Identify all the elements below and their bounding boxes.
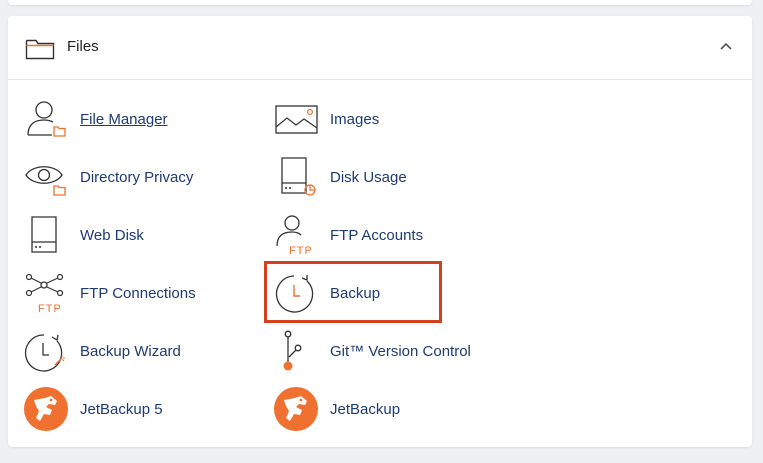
backup-icon: [275, 275, 314, 313]
tool-jetbackup-5[interactable]: JetBackup 5: [24, 387, 254, 431]
tool-label: File Manager: [80, 111, 168, 128]
tool-ftp-accounts[interactable]: FTP FTP Accounts: [274, 213, 504, 257]
file-manager-icon: [27, 101, 66, 137]
ftp-text: FTP: [38, 303, 62, 315]
tool-label: Backup Wizard: [80, 343, 181, 360]
tool-label: Images: [330, 111, 380, 128]
tool-jetbackup[interactable]: JetBackup: [274, 387, 504, 431]
files-panel: Files File Manager Images Directory Priv…: [8, 16, 752, 447]
tool-disk-usage[interactable]: Disk Usage: [274, 155, 504, 199]
previous-panel: [8, 0, 752, 5]
ftp-text: FTP: [289, 245, 313, 257]
tool-backup[interactable]: Backup: [274, 271, 504, 315]
tool-images[interactable]: Images: [274, 97, 504, 141]
tool-label: FTP Accounts: [330, 227, 424, 244]
folder-icon: [25, 39, 55, 60]
tool-label: JetBackup 5: [80, 401, 163, 418]
tool-file-manager[interactable]: File Manager: [24, 97, 254, 141]
files-panel-header[interactable]: Files: [8, 16, 752, 80]
ftp-accounts-icon: FTP: [276, 215, 313, 257]
tool-label: JetBackup: [330, 401, 401, 418]
images-icon: [275, 105, 318, 134]
web-disk-icon: [31, 216, 57, 253]
section-title: Files: [67, 38, 99, 55]
directory-privacy-icon: [25, 166, 66, 196]
tool-git-version-control[interactable]: Git™ Version Control: [274, 329, 504, 373]
backup-wizard-icon: [24, 334, 65, 372]
tool-label: Backup: [330, 285, 381, 302]
tool-label: Git™ Version Control: [330, 343, 471, 360]
jetbackup-icon: [274, 387, 318, 431]
chevron-up-icon[interactable]: [719, 41, 733, 51]
tool-label: Directory Privacy: [80, 169, 194, 186]
jetbackup-icon: [24, 387, 68, 431]
tool-ftp-connections[interactable]: FTP FTP Connections: [24, 271, 254, 315]
tool-web-disk[interactable]: Web Disk: [24, 213, 254, 257]
tool-directory-privacy[interactable]: Directory Privacy: [24, 155, 254, 199]
disk-usage-icon: [281, 157, 316, 196]
tool-label: Web Disk: [80, 227, 144, 244]
tool-label: FTP Connections: [80, 285, 196, 302]
tool-label: Disk Usage: [330, 169, 407, 186]
files-tool-grid: File Manager Images Directory Privacy Di…: [8, 80, 752, 447]
ftp-connections-icon: FTP: [25, 273, 64, 315]
tool-backup-wizard[interactable]: Backup Wizard: [24, 329, 254, 373]
git-icon: [283, 330, 302, 371]
